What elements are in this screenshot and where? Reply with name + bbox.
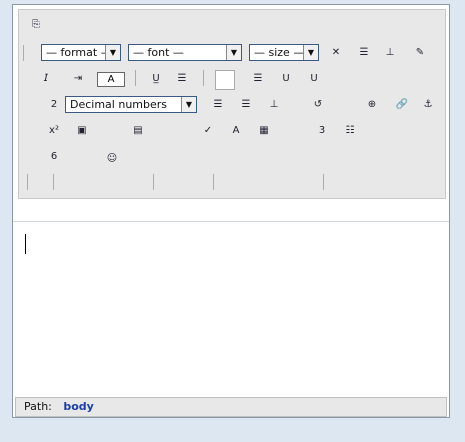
chevron-down-icon: ▼: [303, 45, 318, 60]
find-icon[interactable]: ⊕: [363, 96, 381, 114]
baseline-icon[interactable]: ⊥: [265, 96, 283, 114]
superscript-icon[interactable]: ⊥: [381, 44, 399, 62]
spellcheck-icon[interactable]: ✓: [199, 122, 217, 140]
chevron-down-icon: ▼: [105, 45, 120, 60]
chevron-down-icon: ▼: [226, 45, 241, 60]
separator: [213, 174, 214, 190]
text-color-label: A: [107, 74, 115, 85]
separator: [53, 174, 54, 190]
list-style-select[interactable]: Decimal numbers ▼: [65, 96, 197, 113]
table-icon[interactable]: ▦: [255, 122, 273, 140]
edit-icon[interactable]: ✎: [411, 44, 429, 62]
align-left-icon[interactable]: ☰: [249, 70, 267, 88]
indent-icon[interactable]: ⇥: [69, 70, 87, 88]
number-3-icon[interactable]: 3: [313, 122, 331, 140]
separator: [153, 174, 154, 190]
outdent-icon[interactable]: ☰: [209, 96, 227, 114]
italic-icon[interactable]: 𝘐: [37, 70, 55, 88]
format-select[interactable]: — format — ▼: [41, 44, 121, 61]
status-bar: Path: body: [15, 397, 447, 417]
toolbar-row-4: x² ▣ ▤ ✓ A ▦ 3 ☷: [23, 120, 443, 142]
anchor-icon[interactable]: ⚓: [419, 96, 437, 114]
toolbar-row-3: 2 Decimal numbers ▼ ☰ ☰ ⊥ ↺ ⊕ 🔗 ⚓: [23, 94, 443, 116]
size-select-value: — size —: [254, 46, 305, 59]
source-icon[interactable]: ⎘: [27, 16, 45, 34]
chevron-down-icon: ▼: [181, 97, 196, 112]
font-select-value: — font —: [133, 46, 184, 59]
path-tag-body[interactable]: body: [63, 400, 93, 413]
separator: [323, 174, 324, 190]
editor-content-area[interactable]: [13, 221, 449, 394]
emoticon-icon[interactable]: ☺: [103, 150, 121, 168]
toolbar-row-2: 𝘐 ⇥ A U̲ ☰ ☰ U U: [23, 68, 443, 90]
list-style-select-value: Decimal numbers: [70, 98, 168, 111]
ordered-list-icon[interactable]: ☷: [341, 122, 359, 140]
remove-format-icon[interactable]: ✕: [327, 44, 345, 62]
undo-icon[interactable]: ↺: [309, 96, 327, 114]
blank-button[interactable]: [215, 70, 235, 90]
format-select-value: — format —: [46, 46, 112, 59]
rich-text-editor: ⎘ — format — ▼ — font — ▼ — size — ▼ ✕ ☰…: [12, 4, 450, 418]
underline-icon[interactable]: U̲: [147, 70, 165, 88]
link-icon[interactable]: 🔗: [393, 96, 411, 114]
toolbar-row-6: [23, 172, 443, 194]
separator: [135, 70, 136, 86]
path-label: Path:: [24, 400, 52, 413]
align-center-icon[interactable]: ☰: [237, 96, 255, 114]
toolbar-row-5: 6 ☺: [23, 146, 443, 168]
superscript-x-icon[interactable]: x²: [45, 122, 63, 140]
text-caret: [25, 234, 26, 254]
separator: [27, 174, 28, 190]
justify-icon[interactable]: ☰: [355, 44, 373, 62]
toolbar-row-1: — format — ▼ — font — ▼ — size — ▼ ✕ ☰ ⊥…: [23, 43, 443, 65]
separator: [23, 45, 24, 61]
font-color-icon[interactable]: A: [227, 122, 245, 140]
font-select[interactable]: — font — ▼: [128, 44, 242, 61]
text-color-button[interactable]: A: [97, 72, 125, 87]
image-icon[interactable]: ▣: [73, 122, 91, 140]
number-6-icon[interactable]: 6: [45, 148, 63, 166]
size-select[interactable]: — size — ▼: [249, 44, 319, 61]
subscript-icon[interactable]: U: [305, 70, 323, 88]
separator: [203, 70, 204, 86]
media-icon[interactable]: ▤: [129, 122, 147, 140]
strikethrough-icon[interactable]: U: [277, 70, 295, 88]
editor-toolbar: ⎘ — format — ▼ — font — ▼ — size — ▼ ✕ ☰…: [18, 9, 446, 199]
numbered-icon[interactable]: 2: [45, 96, 63, 114]
align-right-icon[interactable]: ☰: [173, 70, 191, 88]
